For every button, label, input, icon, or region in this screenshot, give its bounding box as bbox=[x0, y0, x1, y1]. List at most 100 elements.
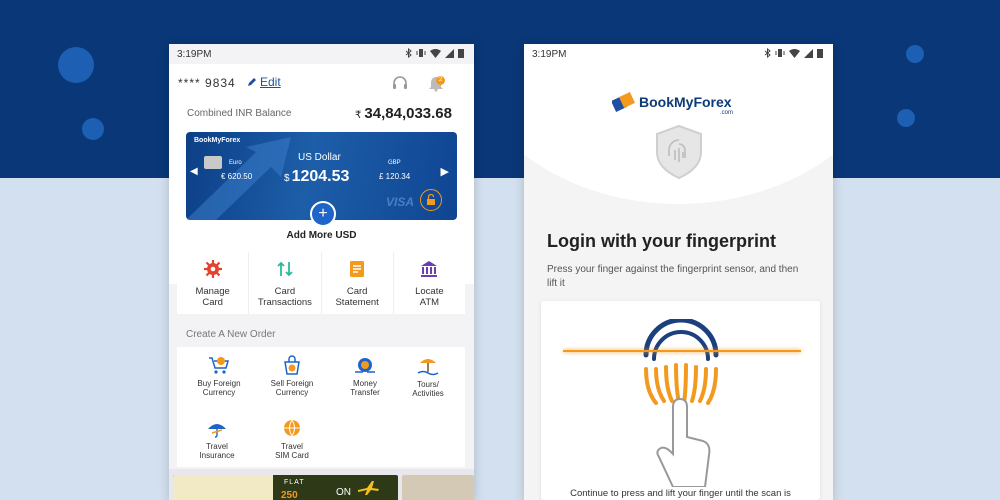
account-number: **** 9834 bbox=[178, 76, 236, 90]
card-currency-left: Euro bbox=[229, 160, 242, 166]
edit-label: Edit bbox=[260, 75, 281, 89]
card-amount-left: € 620.50 bbox=[221, 172, 253, 181]
tours-line1: Tours/ bbox=[417, 380, 439, 389]
signal-icon bbox=[804, 48, 813, 58]
insurance-line1: Travel bbox=[206, 442, 228, 451]
dashboard-phone: 3:19PM **** 9834 Edit 2 Combined INR Bal… bbox=[169, 44, 474, 500]
card-currency-center: US Dollar bbox=[298, 152, 341, 163]
manage-card-button[interactable]: Manage Card bbox=[177, 252, 250, 314]
tours-line2: Activities bbox=[412, 389, 444, 398]
promo-banners: FLAT 250 ON bbox=[169, 469, 474, 500]
cart-currency-icon bbox=[209, 357, 229, 374]
card-statement-button[interactable]: Card Statement bbox=[322, 252, 394, 314]
battery-icon bbox=[458, 49, 464, 58]
umbrella-plane-icon bbox=[208, 424, 226, 438]
card-currency-right: GBP bbox=[388, 160, 401, 166]
add-more-label[interactable]: Add More USD bbox=[169, 230, 474, 241]
logo-domain: .com bbox=[720, 110, 734, 116]
banner-image bbox=[173, 475, 273, 500]
status-time: 3:19PM bbox=[177, 49, 212, 60]
locate-atm-button[interactable]: Locate ATM bbox=[394, 252, 465, 314]
travel-sim-card-button[interactable]: Travel SIM Card bbox=[256, 417, 328, 460]
bookmyforex-logo: BookMyForex .com bbox=[612, 92, 733, 116]
statement-icon bbox=[350, 261, 365, 277]
wifi-icon bbox=[789, 48, 800, 58]
decor-dot bbox=[897, 109, 915, 127]
money-transfer-icon bbox=[355, 358, 375, 373]
dollar-symbol: $ bbox=[284, 173, 290, 184]
sell-line2: Currency bbox=[275, 388, 309, 397]
edit-link[interactable]: Edit bbox=[247, 75, 281, 89]
card-transactions-button[interactable]: Card Transactions bbox=[249, 252, 322, 314]
add-currency-button[interactable]: + bbox=[310, 201, 336, 227]
page-title: Login with your fingerprint bbox=[547, 231, 776, 251]
card-statement-line1: Card bbox=[346, 286, 368, 297]
promo-banner-secondary[interactable] bbox=[402, 475, 474, 500]
card-transactions-line1: Card bbox=[274, 286, 296, 297]
manage-card-line1: Manage bbox=[195, 286, 230, 297]
bag-currency-icon bbox=[284, 355, 300, 375]
status-bar: 3:19PM bbox=[169, 44, 474, 64]
logo-name: BookMyForex bbox=[639, 94, 732, 110]
vibrate-icon bbox=[416, 49, 426, 57]
card-chip bbox=[204, 156, 222, 169]
quick-actions: Manage Card Card Transactions Card Statemen… bbox=[177, 252, 465, 314]
card-transactions-line2: Transactions bbox=[257, 297, 312, 308]
insurance-line2: Insurance bbox=[199, 451, 235, 460]
card-brand-logo: BookMyForex bbox=[194, 137, 241, 144]
banner-on: ON bbox=[336, 487, 351, 498]
transfer-arrows-icon bbox=[277, 261, 293, 277]
travel-insurance-button[interactable]: Travel Insurance bbox=[181, 417, 253, 460]
sim-card-icon bbox=[284, 419, 300, 437]
money-transfer-line2: Transfer bbox=[350, 388, 380, 397]
lock-icon[interactable] bbox=[420, 189, 442, 211]
sell-foreign-currency-button[interactable]: Sell Foreign Currency bbox=[256, 354, 328, 397]
order-options: Buy Foreign Currency Sell Foreign Currency… bbox=[177, 347, 465, 467]
decor-dot bbox=[906, 45, 924, 63]
continue-instruction: Continue to press and lift your finger u… bbox=[570, 488, 791, 499]
chevron-left-icon[interactable]: ◀ bbox=[190, 166, 198, 177]
manage-card-line2: Card bbox=[202, 297, 223, 308]
money-transfer-line1: Money bbox=[352, 379, 377, 388]
battery-icon bbox=[817, 49, 823, 58]
wifi-icon bbox=[430, 48, 441, 58]
bluetooth-icon bbox=[764, 48, 771, 58]
balance-label: Combined INR Balance bbox=[187, 108, 292, 119]
buy-foreign-currency-button[interactable]: Buy Foreign Currency bbox=[183, 354, 255, 397]
headset-icon[interactable] bbox=[391, 74, 409, 92]
beach-icon bbox=[417, 359, 439, 376]
status-time: 3:19PM bbox=[532, 49, 567, 60]
instruction-text: Press your finger against the fingerprin… bbox=[547, 264, 799, 289]
card-amount-right: £ 120.34 bbox=[379, 172, 411, 181]
rupee-symbol: ₹ bbox=[355, 110, 362, 121]
finger-tap-icon bbox=[656, 397, 711, 487]
banner-amount: 250 bbox=[281, 490, 298, 500]
money-transfer-button[interactable]: Money Transfer bbox=[329, 356, 401, 397]
banner-flat: FLAT bbox=[284, 479, 305, 486]
header-background bbox=[0, 0, 1000, 178]
tours-activities-button[interactable]: Tours/Activities bbox=[392, 355, 464, 398]
gear-icon bbox=[203, 260, 222, 278]
scan-line bbox=[563, 350, 801, 352]
notification-badge: 2 bbox=[436, 76, 445, 85]
promo-banner[interactable]: FLAT 250 ON bbox=[173, 475, 398, 500]
sim-line2: SIM Card bbox=[275, 451, 309, 460]
sell-line1: Sell Foreign bbox=[270, 379, 314, 388]
logo-mark-icon bbox=[612, 92, 635, 112]
create-order-heading: Create A New Order bbox=[186, 329, 276, 340]
chevron-right-icon[interactable]: ▶ bbox=[441, 165, 449, 178]
bluetooth-icon bbox=[405, 48, 412, 58]
decor-dot bbox=[58, 47, 94, 83]
status-bar: 3:19PM bbox=[524, 44, 833, 64]
balance-amount: 34,84,033.68 bbox=[364, 105, 452, 122]
card-amount-center: $1204.53 bbox=[284, 168, 349, 186]
locate-atm-line2: ATM bbox=[419, 297, 440, 308]
buy-line2: Currency bbox=[202, 388, 236, 397]
bank-icon bbox=[421, 261, 438, 277]
locate-atm-line1: Locate bbox=[415, 286, 444, 297]
buy-line1: Buy Foreign bbox=[197, 379, 241, 388]
fingerprint-shield-icon bbox=[656, 124, 702, 180]
fingerprint-scan-card[interactable]: Continue to press and lift your finger u… bbox=[541, 301, 820, 500]
visa-logo: VISA bbox=[386, 195, 415, 209]
sim-line1: Travel bbox=[281, 442, 303, 451]
